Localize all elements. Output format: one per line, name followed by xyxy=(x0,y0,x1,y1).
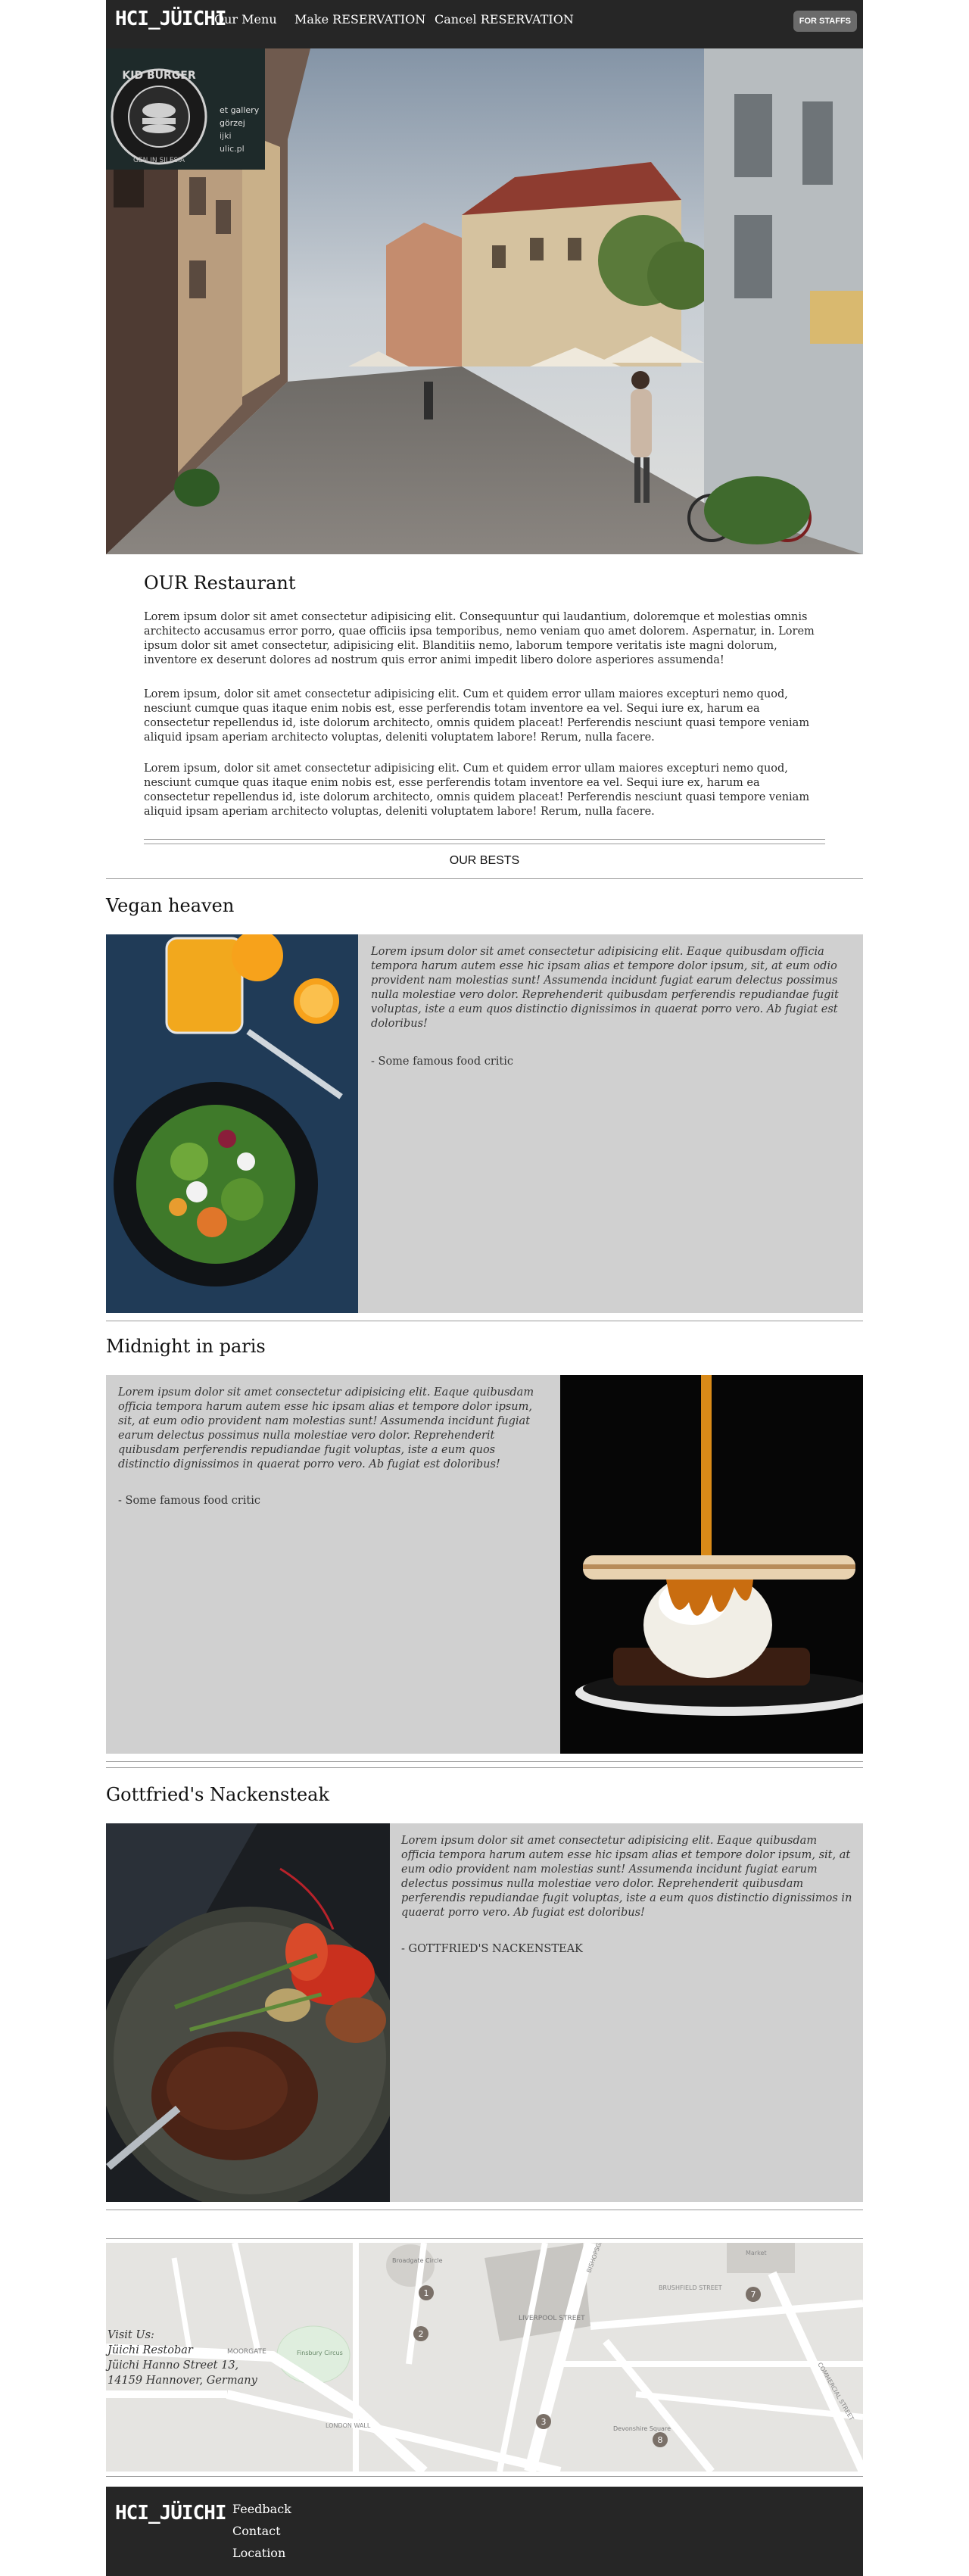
dish-citation: - GOTTFRIED'S NACKENSTEAK xyxy=(401,1943,583,1955)
address-name: Jüichi Restobar xyxy=(107,2344,193,2356)
divider xyxy=(106,878,863,879)
map-marker[interactable]: 8 xyxy=(653,2432,668,2447)
map-marker[interactable]: 3 xyxy=(536,2414,551,2429)
dish-card-midnight-in-paris: Lorem ipsum dolor sit amet consectetur a… xyxy=(106,1375,863,1754)
nav-link-our-menu[interactable]: Our Menu xyxy=(214,12,277,27)
divider xyxy=(106,2238,863,2239)
dish-citation: - Some famous food critic xyxy=(371,1056,513,1068)
top-navbar: HCI_JÜICHI Our Menu Make RESERVATION Can… xyxy=(106,0,863,48)
sign-title: KID BURGER xyxy=(122,70,195,82)
about-paragraph: Lorem ipsum dolor sit amet consectetur a… xyxy=(144,611,815,666)
map-label-market: Market xyxy=(746,2250,767,2256)
hero-image: KID BURGER GEN IN SILESIA et gallery gör… xyxy=(106,48,863,554)
vegan-salad-image xyxy=(106,934,358,1313)
street-scene-illustration: KID BURGER GEN IN SILESIA et gallery gör… xyxy=(106,48,863,554)
brand-logo[interactable]: HCI_JÜICHI xyxy=(115,8,227,30)
dish-quote: Lorem ipsum dolor sit amet consectetur a… xyxy=(401,1835,852,1919)
map-marker[interactable]: 2 xyxy=(413,2326,428,2341)
svg-text:2: 2 xyxy=(419,2329,424,2339)
page: HCI_JÜICHI Our Menu Make RESERVATION Can… xyxy=(106,0,863,2576)
footer-link-contact[interactable]: Contact xyxy=(232,2524,281,2538)
svg-text:7: 7 xyxy=(751,2290,756,2300)
sign-subtitle: GEN IN SILESIA xyxy=(133,157,185,164)
gallery-line-4: ulic.pl xyxy=(220,144,245,154)
gallery-line-2: görzej xyxy=(220,118,245,128)
divider xyxy=(144,839,825,840)
about-title: OUR Restaurant xyxy=(144,572,296,594)
dish-quote: Lorem ipsum dolor sit amet consectetur a… xyxy=(371,946,839,1030)
dish-card-vegan-heaven: Lorem ipsum dolor sit amet consectetur a… xyxy=(106,934,863,1313)
for-staffs-button[interactable]: FOR STAFFS xyxy=(793,11,857,32)
svg-text:1: 1 xyxy=(424,2288,429,2298)
address-city: 14159 Hannover, Germany xyxy=(107,2375,257,2387)
steak-image xyxy=(106,1823,390,2202)
map-marker[interactable]: 1 xyxy=(419,2285,434,2300)
bests-heading: OUR BESTS xyxy=(449,854,520,867)
map-label-broadgate: Broadgate Circle xyxy=(392,2257,443,2264)
about-paragraph: Lorem ipsum, dolor sit amet consectetur … xyxy=(144,763,810,818)
nav-link-cancel-reservation[interactable]: Cancel RESERVATION xyxy=(435,12,574,27)
svg-text:8: 8 xyxy=(658,2435,663,2445)
about-paragraph: Lorem ipsum, dolor sit amet consectetur … xyxy=(144,688,810,744)
footer: HCI_JÜICHI Feedback Contact Location xyxy=(106,2487,863,2576)
map-label-devonshire-square: Devonshire Square xyxy=(613,2425,671,2432)
dish-card-nackensteak: Lorem ipsum dolor sit amet consectetur a… xyxy=(106,1823,863,2202)
map-label-finsbury-circus: Finsbury Circus xyxy=(297,2350,343,2356)
dish-title: Midnight in paris xyxy=(106,1336,266,1357)
footer-link-feedback[interactable]: Feedback xyxy=(232,2502,291,2516)
visit-us-address: Visit Us: Jüichi Restobar Jüichi Hanno S… xyxy=(107,2328,257,2388)
address-street: Jüichi Hanno Street 13, xyxy=(107,2359,239,2372)
footer-brand-logo[interactable]: HCI_JÜICHI xyxy=(115,2502,227,2525)
gallery-line-3: ijki xyxy=(220,131,232,141)
map-label-liverpool-street: LIVERPOOL STREET xyxy=(519,2315,585,2322)
footer-link-location[interactable]: Location xyxy=(232,2546,285,2560)
dish-title: Gottfried's Nackensteak xyxy=(106,1784,330,1805)
divider xyxy=(106,1767,863,1768)
dish-quote: Lorem ipsum dolor sit amet consectetur a… xyxy=(118,1386,534,1470)
map-label-london-wall: LONDON WALL xyxy=(326,2422,371,2429)
gallery-line-1: et gallery xyxy=(220,105,260,115)
dish-citation: - Some famous food critic xyxy=(118,1495,260,1507)
map-marker[interactable]: 7 xyxy=(746,2287,761,2302)
map-label-brushfield-street: BRUSHFIELD STREET xyxy=(659,2284,722,2291)
nav-link-make-reservation[interactable]: Make RESERVATION xyxy=(294,12,425,27)
visit-us-label: Visit Us: xyxy=(107,2329,154,2341)
divider xyxy=(106,1761,863,1762)
dish-title: Vegan heaven xyxy=(106,895,235,916)
svg-text:3: 3 xyxy=(541,2417,547,2427)
dessert-image xyxy=(560,1375,863,1754)
divider xyxy=(106,2476,863,2477)
